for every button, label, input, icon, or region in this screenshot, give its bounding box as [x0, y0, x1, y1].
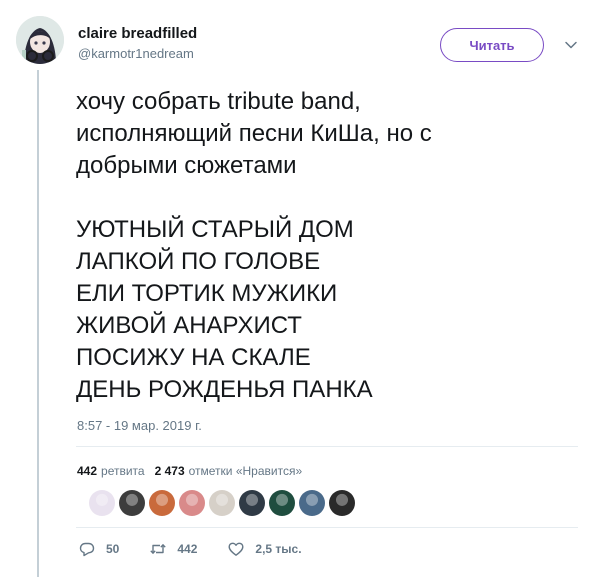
- user-handle: @karmotr1nedream: [78, 46, 194, 61]
- divider: [76, 527, 578, 528]
- tweet-actions: 50 442 2,5 тыс.: [78, 540, 332, 558]
- retweets-label: ретвита: [101, 464, 145, 478]
- liker-avatar[interactable]: [209, 490, 235, 516]
- liker-avatar[interactable]: [239, 490, 265, 516]
- retweets-stat[interactable]: 442 ретвита: [77, 464, 145, 478]
- liker-avatar[interactable]: [89, 490, 115, 516]
- heart-icon: [228, 542, 244, 556]
- likes-stat[interactable]: 2 473 отметки «Нравится»: [155, 464, 303, 478]
- tweet-stats: 442 ретвита 2 473 отметки «Нравится»: [77, 464, 312, 478]
- retweet-icon: [150, 544, 167, 554]
- tweet-text: хочу собрать tribute band, исполняющий п…: [76, 88, 432, 403]
- likes-label: отметки «Нравится»: [188, 464, 303, 478]
- liker-avatar[interactable]: [299, 490, 325, 516]
- liker-avatar[interactable]: [149, 490, 175, 516]
- avatar[interactable]: [16, 16, 64, 64]
- reply-button[interactable]: 50: [78, 540, 119, 558]
- like-button[interactable]: 2,5 тыс.: [227, 540, 302, 558]
- reply-icon: [79, 542, 95, 557]
- avatar-illustration: [16, 16, 64, 64]
- chevron-down-icon[interactable]: [564, 38, 578, 52]
- user-info: claire breadfilled @karmotr1nedream: [78, 24, 197, 63]
- divider: [76, 446, 578, 447]
- thread-line: [37, 70, 39, 577]
- liker-avatar[interactable]: [329, 490, 355, 516]
- retweet-button[interactable]: 442: [149, 540, 197, 558]
- liker-avatar[interactable]: [179, 490, 205, 516]
- like-count: 2,5 тыс.: [255, 542, 302, 556]
- display-name[interactable]: claire breadfilled: [78, 24, 197, 44]
- likes-count: 2 473: [154, 464, 185, 478]
- reply-count: 50: [106, 542, 120, 556]
- liker-avatar[interactable]: [119, 490, 145, 516]
- retweets-count: 442: [77, 464, 98, 478]
- liker-avatars: [89, 490, 359, 516]
- tweet-timestamp[interactable]: 8:57 - 19 мар. 2019 г.: [77, 418, 202, 433]
- liker-avatar[interactable]: [269, 490, 295, 516]
- follow-button[interactable]: Читать: [440, 28, 544, 62]
- retweet-count: 442: [177, 542, 198, 556]
